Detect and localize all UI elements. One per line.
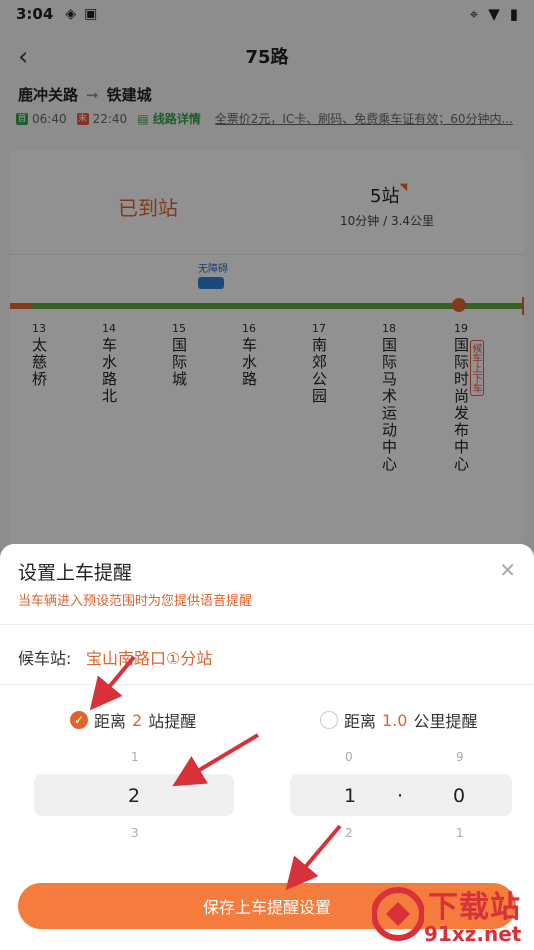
picker-km-dot: · <box>397 785 404 807</box>
picker-km-dec-above[interactable]: 9 <box>456 750 464 764</box>
wait-station-value[interactable]: 宝山南路口①分站 <box>86 645 212 669</box>
radio-icon <box>320 711 338 729</box>
divider <box>0 684 534 685</box>
watermark-logo-icon <box>372 887 424 941</box>
picker-stops-below[interactable]: 3 <box>131 826 139 840</box>
picker-stops-current[interactable]: 2 <box>128 785 140 807</box>
option-stops-suffix: 站提醒 <box>148 712 197 731</box>
divider <box>0 624 534 625</box>
option-stops-value: 2 <box>132 710 143 730</box>
picker-km-int-current[interactable]: 1 <box>344 785 356 807</box>
picker-km-dec-current[interactable]: 0 <box>453 785 465 807</box>
sheet-subtitle: 当车辆进入预设范围时为您提供语音提醒 <box>18 594 253 609</box>
option-distance-value: 1.0 <box>382 710 408 730</box>
watermark-top: 下载站 <box>428 890 521 925</box>
picker-km-dec-below[interactable]: 1 <box>456 826 464 840</box>
picker-km-int-below[interactable]: 2 <box>345 826 353 840</box>
option-distance[interactable]: 距离 1.0 公里提醒 <box>320 708 477 732</box>
close-icon[interactable]: ✕ <box>499 558 516 582</box>
option-distance-suffix: 公里提醒 <box>413 712 478 731</box>
option-stops[interactable]: ✓ 距离 2 站提醒 <box>70 708 196 732</box>
option-stops-prefix: 距离 <box>94 712 127 731</box>
watermark-bottom: 91xz.net <box>424 922 522 946</box>
watermark: 下载站 91xz.net <box>372 882 532 948</box>
sheet-title: 设置上车提醒 <box>18 562 133 584</box>
picker-km-int-above[interactable]: 0 <box>345 750 353 764</box>
wait-station-label: 候车站: <box>18 649 72 668</box>
option-distance-prefix: 距离 <box>344 712 377 731</box>
check-icon: ✓ <box>70 711 88 729</box>
picker-stops-above[interactable]: 1 <box>131 750 139 764</box>
